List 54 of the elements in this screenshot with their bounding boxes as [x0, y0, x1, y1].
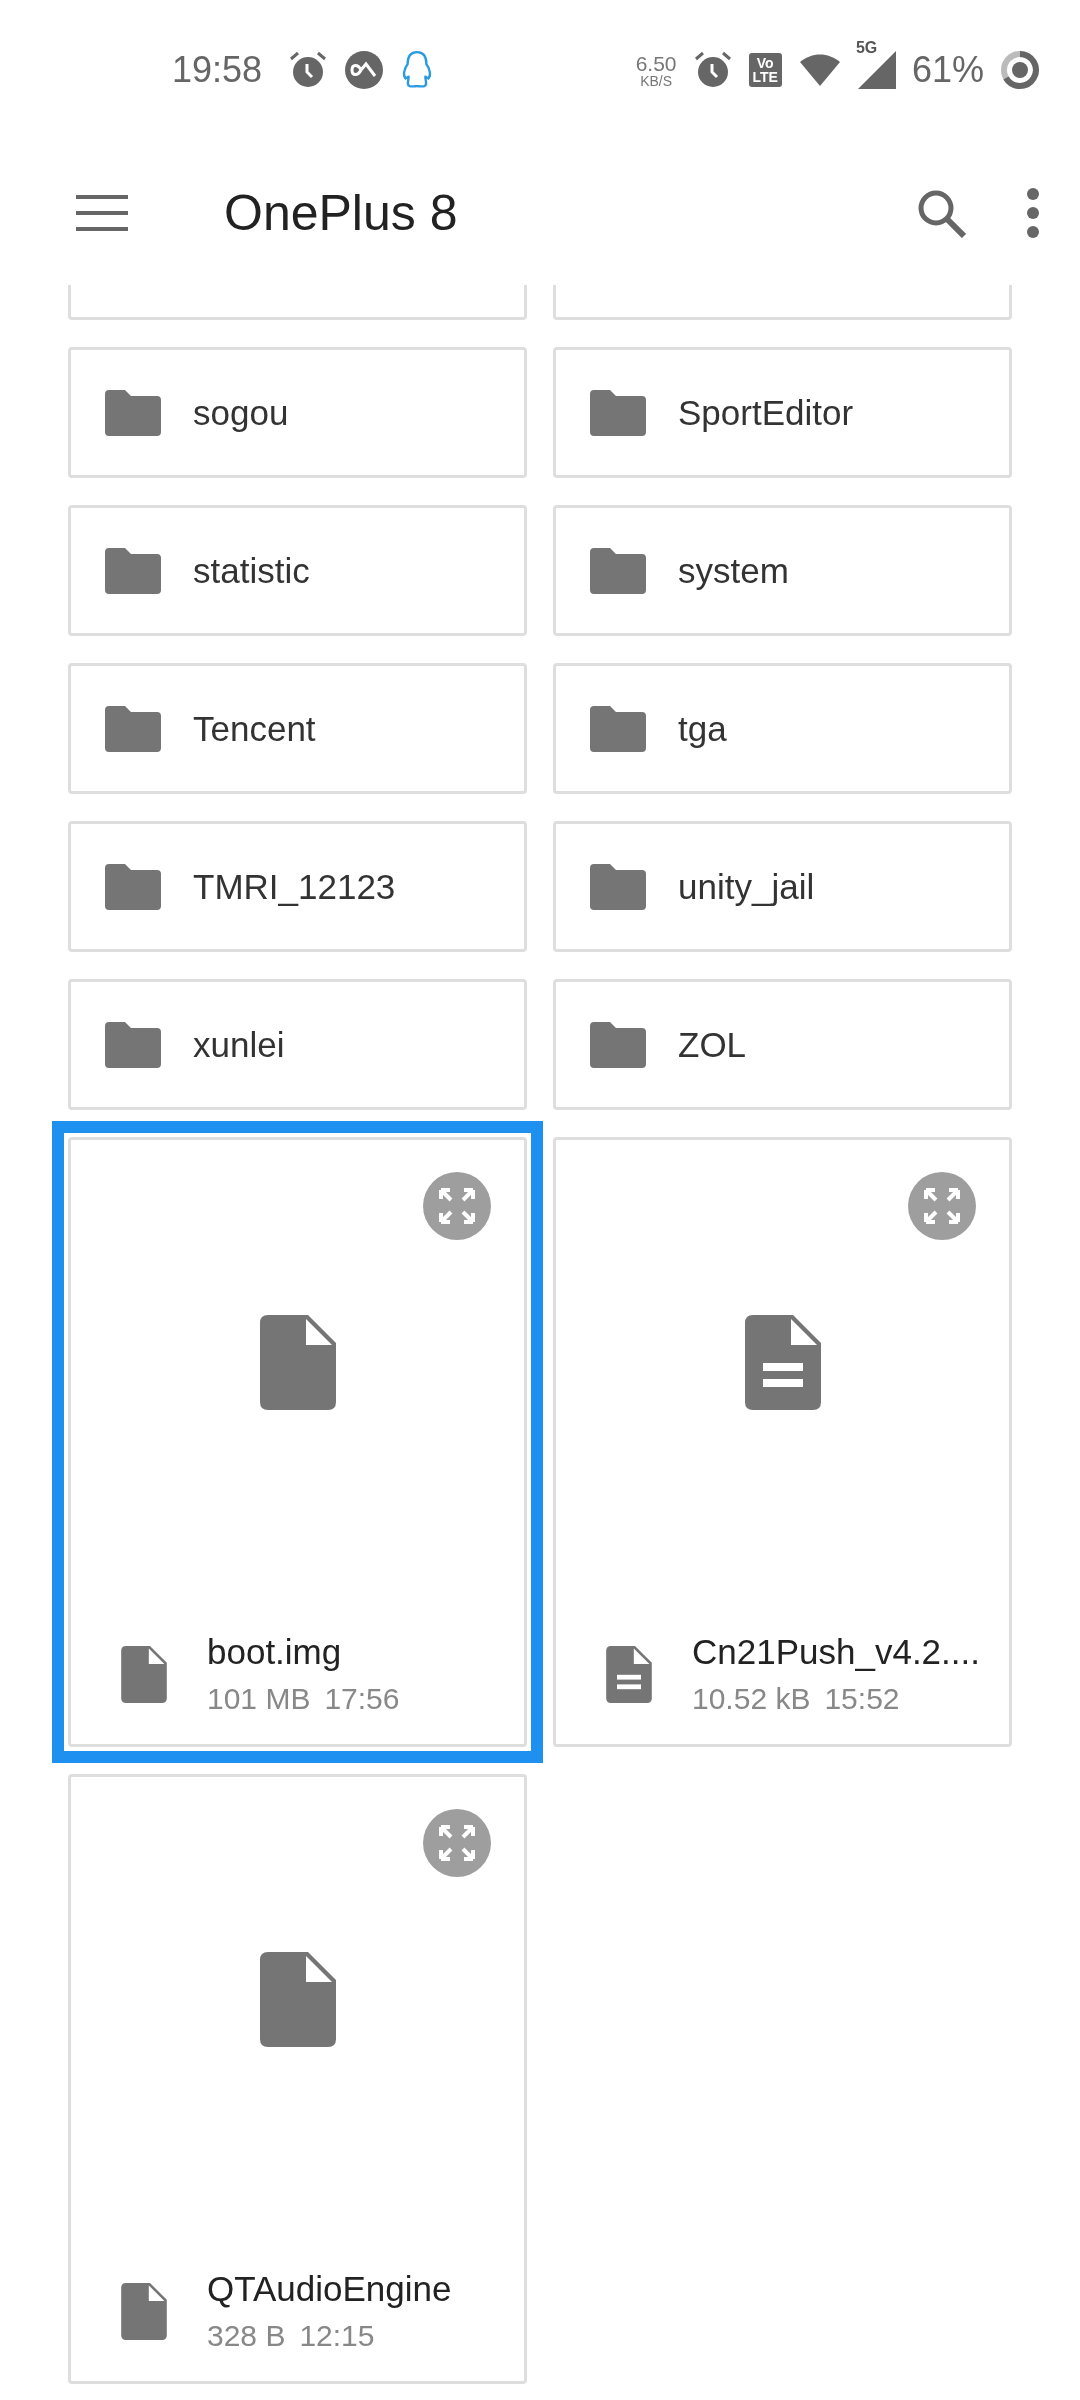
status-time: 19:58 [172, 49, 263, 91]
file-icon [121, 2282, 167, 2340]
folder-name: sogou [193, 392, 289, 433]
expand-icon [922, 1186, 962, 1226]
battery-level: 61% [911, 49, 984, 91]
folder-name: TMRI_12123 [193, 866, 396, 907]
document-icon [744, 1315, 821, 1410]
file-size: 10.52 kB [692, 1682, 811, 1716]
folder-name: tga [678, 708, 727, 749]
folder-icon [105, 389, 161, 436]
app-title: OnePlus 8 [224, 183, 459, 242]
folder-name: ZOL [678, 1024, 747, 1065]
file-size: 101 MB [207, 1682, 311, 1716]
folder-icon [105, 863, 161, 910]
file-card[interactable]: boot.img 101 MB 17:56 [52, 1121, 543, 1763]
speed-unit: KB/S [640, 73, 673, 88]
file-name: QTAudioEngine [207, 2269, 452, 2309]
folder-name: SportEditor [678, 392, 854, 433]
folder-name: xunlei [193, 1024, 285, 1065]
folder-name: unity_jail [678, 866, 815, 907]
folder-icon [590, 1021, 646, 1068]
file-name: Cn21Push_v4.2.... [692, 1632, 980, 1672]
file-time: 12:15 [299, 2319, 375, 2353]
file-time: 15:52 [824, 1682, 900, 1716]
file-icon [259, 1315, 336, 1410]
volte-badge: Vo LTE [748, 53, 782, 87]
file-name: boot.img [207, 1632, 343, 1672]
wifi-icon [797, 52, 842, 88]
folder-icon [590, 863, 646, 910]
file-icon [121, 1645, 167, 1703]
expand-icon [437, 1823, 477, 1863]
signal-icon [857, 51, 896, 89]
network-type: 5G [855, 39, 878, 57]
folder-icon [105, 1021, 161, 1068]
menu-button[interactable] [76, 192, 128, 233]
document-icon [606, 1645, 652, 1703]
network-speed: 6.50 [635, 52, 677, 74]
loop-app-icon [344, 50, 385, 90]
alarm-clock-icon [288, 50, 329, 90]
folder-icon [590, 389, 646, 436]
folder-icon [105, 705, 161, 752]
folder-icon [590, 705, 646, 752]
file-size: 328 B [207, 2319, 286, 2353]
folder-icon [590, 547, 646, 594]
folder-name: Tencent [193, 708, 316, 749]
battery-ring-icon [1000, 50, 1040, 90]
file-time: 17:56 [324, 1682, 400, 1716]
folder-name: statistic [193, 550, 310, 591]
folder-icon [105, 547, 161, 594]
file-icon [259, 1952, 336, 2047]
folder-name: system [678, 550, 789, 591]
alarm-clock-icon [692, 50, 733, 90]
expand-icon [437, 1186, 477, 1226]
more-options-button[interactable] [1026, 187, 1040, 238]
